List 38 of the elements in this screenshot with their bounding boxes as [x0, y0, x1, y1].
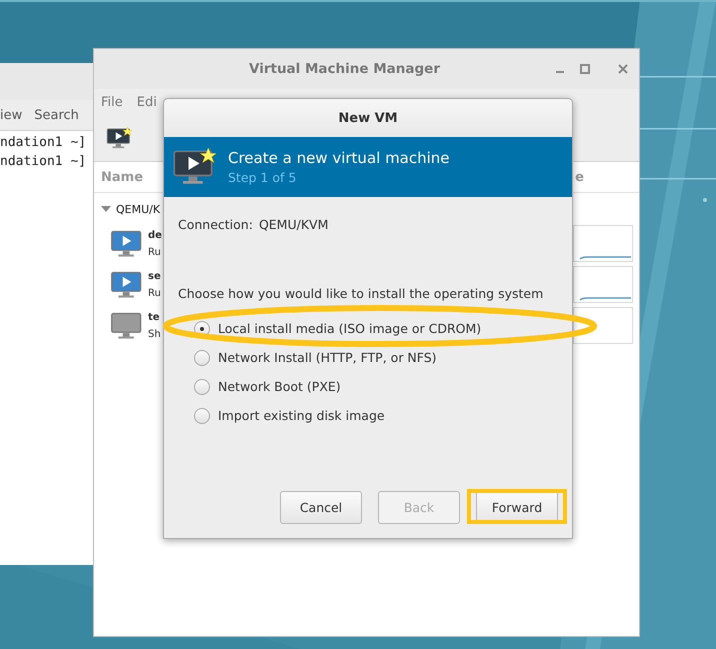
dialog-title: New VM [164, 99, 572, 137]
connection-name[interactable]: QEMU/K [116, 202, 160, 216]
radio-button[interactable] [194, 350, 210, 366]
radio-button[interactable] [194, 408, 210, 424]
install-prompt: Choose how you would like to install the operating system [178, 286, 544, 301]
new-vm-icon [172, 148, 216, 186]
vm-name[interactable]: de [148, 226, 162, 244]
window-title: Virtual Machine Manager [248, 61, 441, 77]
terminal-line: ndation1 ~] [0, 153, 88, 171]
step-label: Step 1 of 5 [228, 170, 298, 185]
menu-item[interactable]: File [101, 95, 123, 110]
monitor-icon [110, 270, 144, 299]
menu-item[interactable]: Search [34, 108, 79, 122]
install-option[interactable]: Import existing disk image [178, 401, 558, 430]
monitor-icon [110, 229, 144, 258]
menu-item[interactable]: Edi [136, 95, 157, 110]
dialog-button[interactable]: Cancel [280, 491, 362, 524]
vm-status: Ru [148, 286, 161, 300]
expander-icon[interactable] [101, 205, 111, 213]
install-option[interactable]: Network Boot (PXE) [178, 372, 558, 401]
terminal-line: ndation1 ~] [0, 134, 88, 152]
install-option[interactable]: Local install media (ISO image or CDROM) [178, 314, 558, 343]
vm-status: Sh [148, 328, 161, 342]
install-option[interactable]: Network Install (HTTP, FTP, or NFS) [178, 343, 558, 372]
menu-item[interactable]: iew [0, 108, 22, 122]
connection-label: Connection: QEMU/KVM [178, 217, 330, 232]
close-icon[interactable] [617, 64, 629, 74]
usage-graph [573, 225, 633, 262]
vm-status: Ru [148, 246, 161, 260]
vm-name[interactable]: se [148, 268, 161, 284]
usage-graph [573, 266, 633, 303]
new-vm-icon [106, 127, 132, 150]
maximize-icon[interactable] [579, 64, 591, 74]
vm-name[interactable]: te [148, 308, 160, 326]
banner-heading: Create a new virtual machine [228, 149, 450, 167]
monitor-icon [110, 311, 144, 340]
radio-button[interactable] [194, 378, 210, 394]
usage-graph [573, 307, 633, 344]
